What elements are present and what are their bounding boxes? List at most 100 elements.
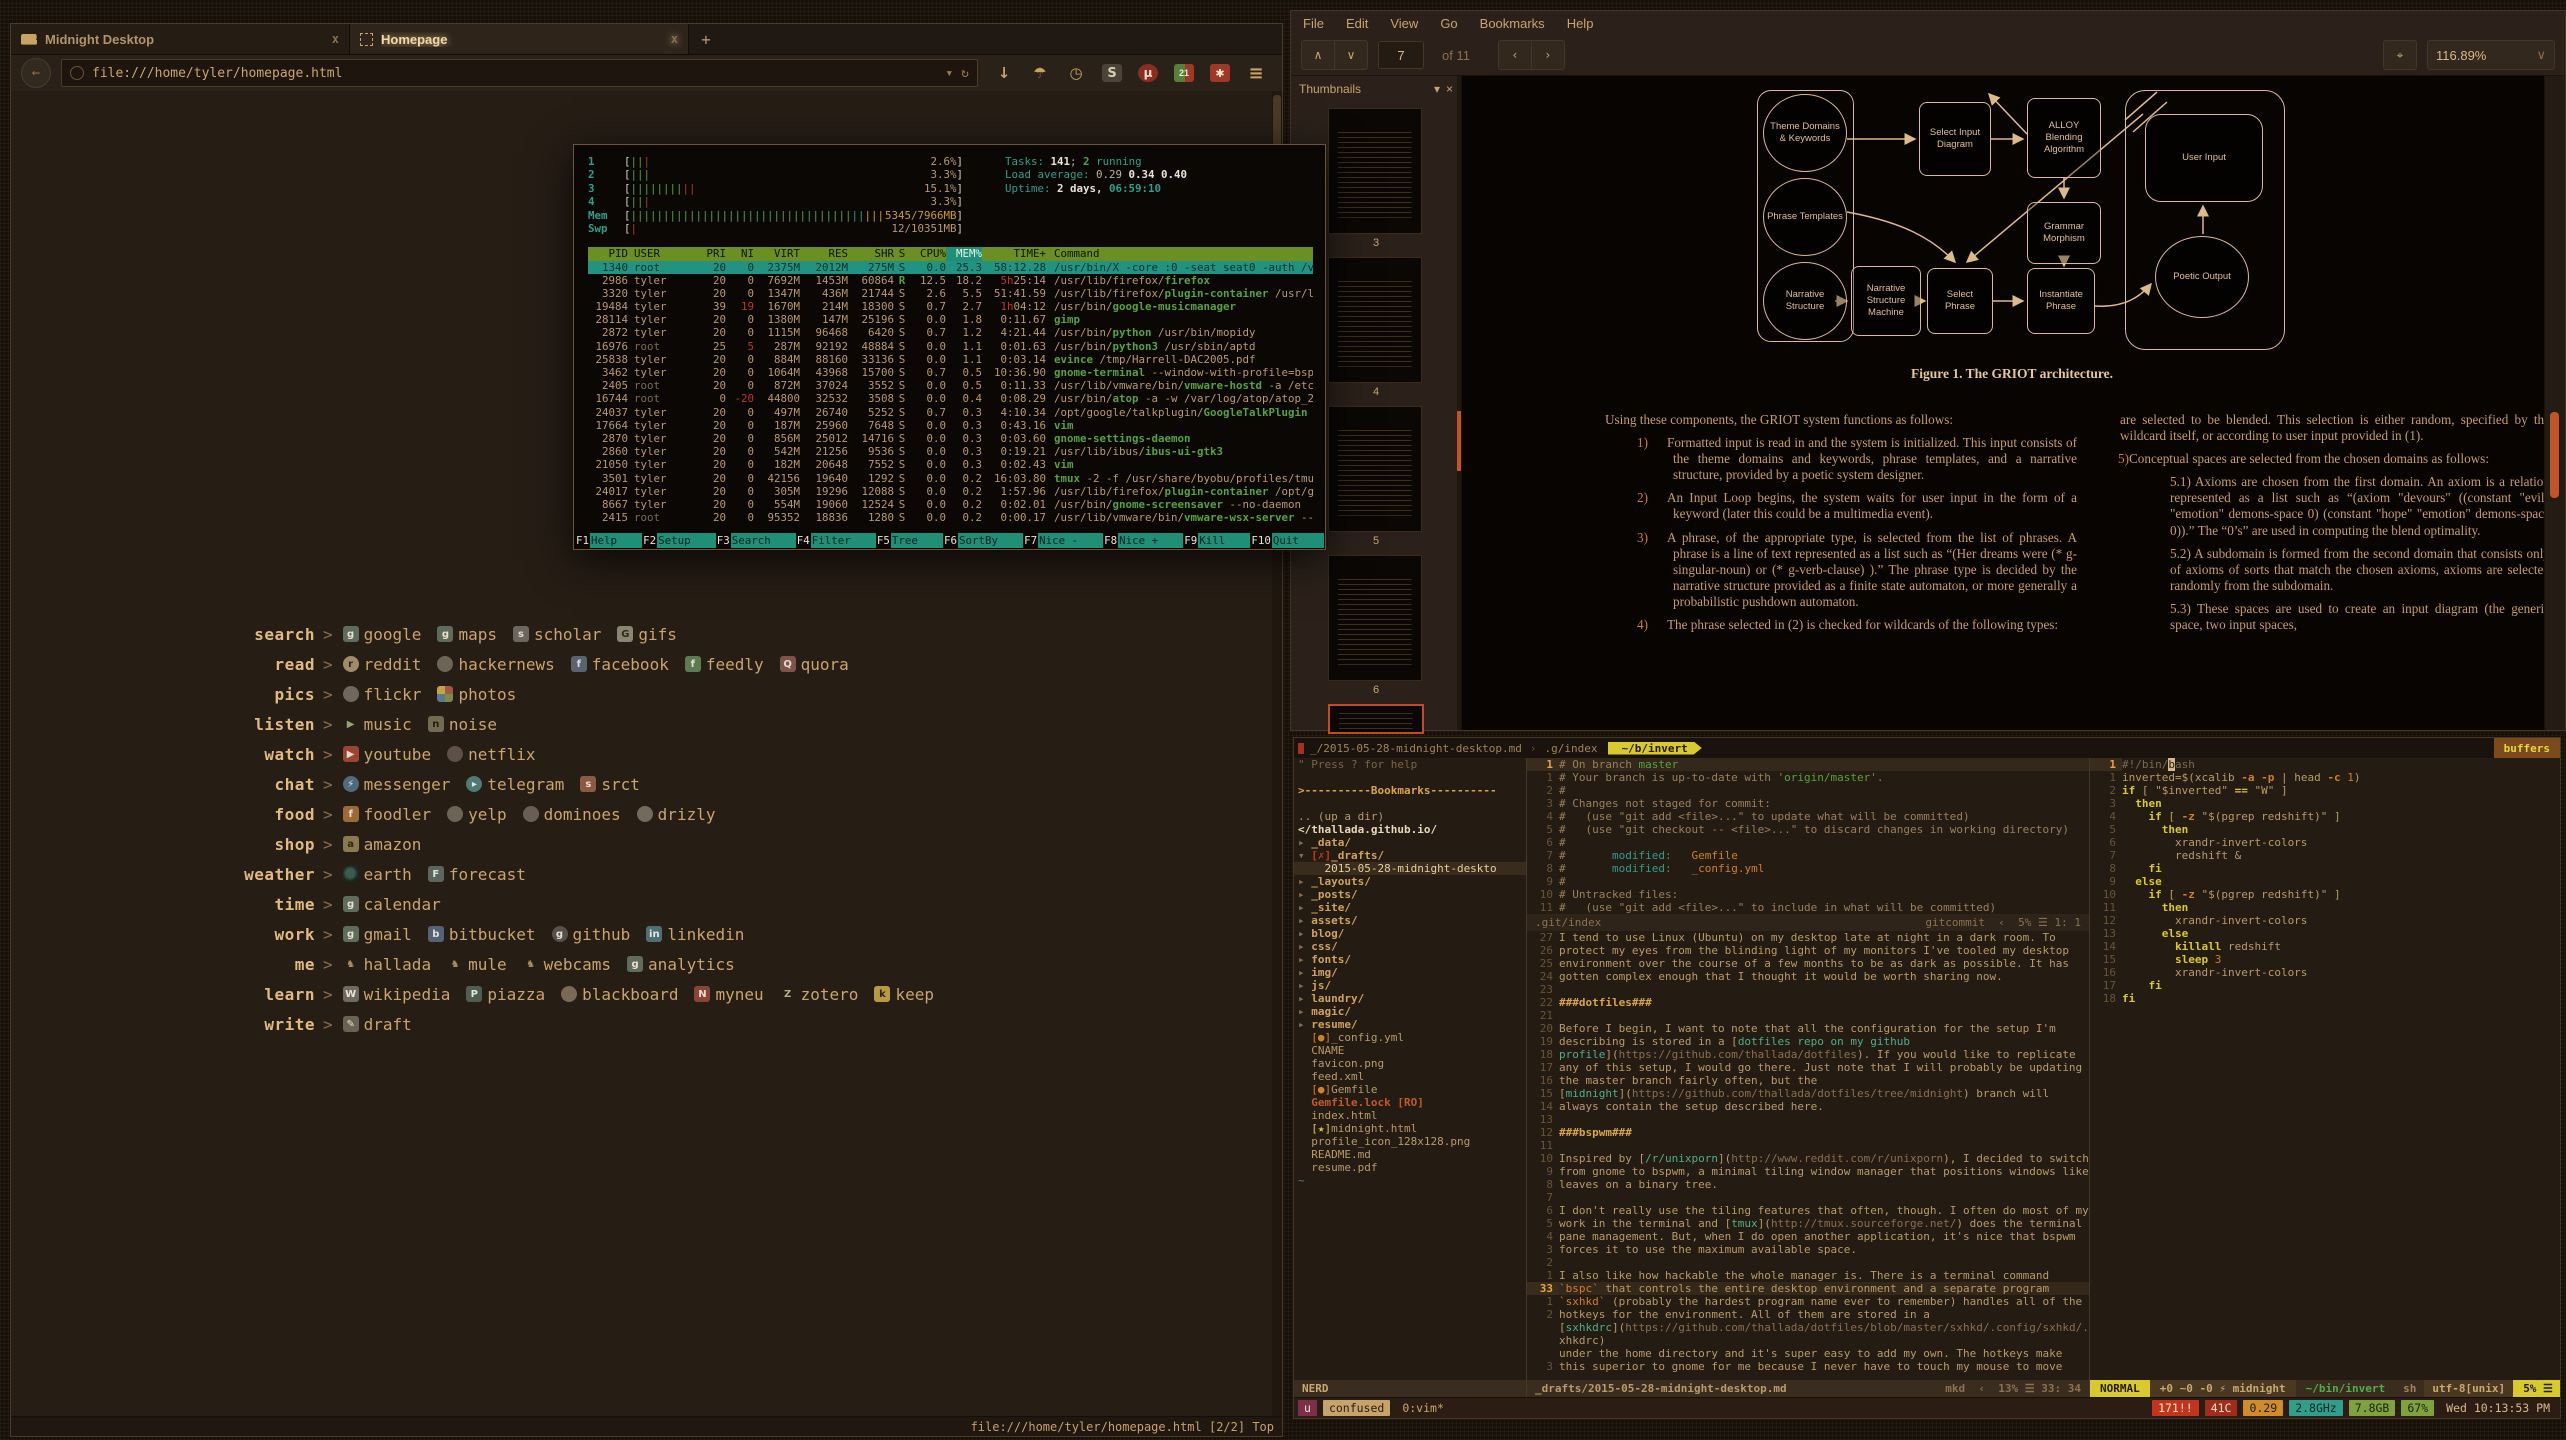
process-row[interactable]: 8667tyler200554M1906012524S0.00.20:02.01… <box>588 498 1313 511</box>
homepage-link-drizly[interactable]: drizly <box>637 805 716 824</box>
menu-icon[interactable]: ≡ <box>1246 63 1266 83</box>
homepage-link-flickr[interactable]: flickr <box>343 685 422 704</box>
process-row[interactable]: 1340root2002375M2012M275MS0.025.358:12.2… <box>588 261 1313 274</box>
homepage-link-gmail[interactable]: ggmail <box>343 925 412 944</box>
thumbnail-current-page[interactable] <box>1328 704 1424 734</box>
sidebar-title[interactable]: Thumbnails <box>1299 82 1428 96</box>
process-row[interactable]: 3462tyler2001064M4396815700S0.70.510:36.… <box>588 366 1313 379</box>
pdf-scrollbar[interactable] <box>2544 76 2565 730</box>
homepage-link-google[interactable]: ggoogle <box>343 625 422 644</box>
url-field[interactable]: file:///home/tyler/homepage.html ▾ ↻ <box>61 59 978 87</box>
homepage-link-amazon[interactable]: aamazon <box>343 835 422 854</box>
sidebar-close-icon[interactable]: × <box>1446 82 1453 96</box>
process-row[interactable]: 2415root20095352188361280S0.00.20:00.17/… <box>588 511 1313 524</box>
zoom-fit-button[interactable]: ⌖ <box>2383 40 2417 70</box>
homepage-link-hackernews[interactable]: hackernews <box>437 655 554 674</box>
back-button[interactable]: ← <box>21 58 51 88</box>
homepage-link-srct[interactable]: ssrct <box>580 775 640 794</box>
homepage-link-webcams[interactable]: ♞webcams <box>523 955 611 974</box>
tab-close-icon[interactable]: x <box>671 32 678 46</box>
reload-icon[interactable]: ↻ <box>961 66 969 81</box>
process-row[interactable]: 16744root0-2044800325323508S0.00.40:08.2… <box>588 392 1313 405</box>
process-row[interactable]: 19484tyler39191670M214M18300S0.72.71h04:… <box>588 300 1313 313</box>
tree-item[interactable]: resume.pdf <box>1294 1161 1526 1174</box>
process-row[interactable]: 28114tyler2001380M147M25196S0.01.80:11.6… <box>588 313 1313 326</box>
homepage-link-music[interactable]: ▶music <box>343 715 412 734</box>
homepage-link-hallada[interactable]: ♞hallada <box>343 955 431 974</box>
new-tab-button[interactable]: + <box>689 24 723 54</box>
homepage-link-maps[interactable]: gmaps <box>437 625 497 644</box>
menu-edit[interactable]: Edit <box>1346 16 1368 31</box>
page-up-button[interactable]: ∧ <box>1301 40 1335 70</box>
fkey-F4[interactable]: F4Filter <box>796 533 876 548</box>
tab-markdown[interactable]: _/2015-05-28-midnight-desktop.md <box>1310 742 1522 755</box>
menu-bookmarks[interactable]: Bookmarks <box>1480 16 1545 31</box>
process-row[interactable]: 2870tyler200856M2501214716S0.00.30:03.60… <box>588 432 1313 445</box>
homepage-link-myneu[interactable]: Nmyneu <box>694 985 763 1004</box>
thumbnail-page-3[interactable]: 3 <box>1328 108 1424 251</box>
tree-item[interactable]: 2015-05-28-midnight-deskto <box>1294 862 1526 875</box>
homepage-link-analytics[interactable]: ganalytics <box>627 955 735 974</box>
process-row[interactable]: 24037tyler200497M267405252S0.70.34:10.34… <box>588 406 1313 419</box>
homepage-link-linkedin[interactable]: inlinkedin <box>646 925 744 944</box>
page-number-input[interactable]: 7 <box>1378 41 1424 69</box>
fkey-F7[interactable]: F7Nice - <box>1023 533 1103 548</box>
browser-tab[interactable]: Homepagex <box>350 24 689 54</box>
tree-item[interactable]: ▸ magic/ <box>1294 1005 1526 1018</box>
homepage-link-dominoes[interactable]: dominoes <box>523 805 621 824</box>
zoom-level-dropdown[interactable]: 116.89% ∨ <box>2427 40 2555 70</box>
tree-item[interactable]: ▸ resume/ <box>1294 1018 1526 1031</box>
process-row[interactable]: 17664tyler200187M259607648S0.00.30:43.16… <box>588 419 1313 432</box>
homepage-link-reddit[interactable]: rreddit <box>343 655 422 674</box>
fkey-F1[interactable]: F1Help <box>575 533 642 548</box>
counter-badge-icon[interactable]: 21 <box>1174 64 1194 82</box>
tree-item[interactable]: ▸ blog/ <box>1294 927 1526 940</box>
homepage-link-mule[interactable]: ♞mule <box>447 955 507 974</box>
process-row[interactable]: 2986tyler2007692M1453M60864R12.518.25h25… <box>588 274 1313 287</box>
homepage-link-zotero[interactable]: Zzotero <box>780 985 859 1004</box>
homepage-link-messenger[interactable]: ⚡messenger <box>343 775 451 794</box>
tree-item[interactable]: ▸ _data/ <box>1294 836 1526 849</box>
homepage-link-forecast[interactable]: Fforecast <box>428 865 526 884</box>
process-row[interactable]: 25838tyler200884M8816033136S0.01.10:03.1… <box>588 353 1313 366</box>
history-back-button[interactable]: ‹ <box>1498 40 1532 70</box>
homepage-link-noise[interactable]: nnoise <box>428 715 497 734</box>
homepage-link-telegram[interactable]: ▸telegram <box>466 775 564 794</box>
thumbnail-page-4[interactable]: 4 <box>1328 257 1424 400</box>
process-row[interactable]: 16976root255287M9219248884S0.01.10:01.63… <box>588 340 1313 353</box>
homepage-link-draft[interactable]: ✎draft <box>343 1015 412 1034</box>
process-row[interactable]: 24017tyler200305M1929612088S0.00.21:57.9… <box>588 485 1313 498</box>
tree-item[interactable]: feed.xml <box>1294 1070 1526 1083</box>
tree-item[interactable]: ▸ js/ <box>1294 979 1526 992</box>
tab-invert-active[interactable]: ~/b/invert <box>1608 742 1702 755</box>
tree-item[interactable]: ▾ [✗]_drafts/ <box>1294 849 1526 862</box>
tree-item[interactable]: profile_icon_128x128.png <box>1294 1135 1526 1148</box>
clock-icon[interactable]: ◷ <box>1066 63 1086 83</box>
sidebar-caret-icon[interactable]: ▾ <box>1434 82 1440 96</box>
menu-help[interactable]: Help <box>1567 16 1594 31</box>
tree-item[interactable]: Gemfile.lock [RO] <box>1294 1096 1526 1109</box>
fkey-F2[interactable]: F2Setup <box>642 533 716 548</box>
fkey-F5[interactable]: F5Tree <box>876 533 943 548</box>
fkey-F3[interactable]: F3Search <box>716 533 796 548</box>
sidebar-scrollbar[interactable] <box>1457 76 1461 730</box>
process-row[interactable]: 2860tyler200542M212569536S0.00.30:19.21/… <box>588 445 1313 458</box>
process-row[interactable]: 2872tyler2001115M964686420S0.71.24:21.44… <box>588 326 1313 339</box>
tree-item[interactable]: favicon.png <box>1294 1057 1526 1070</box>
homepage-link-foodler[interactable]: ffoodler <box>343 805 431 824</box>
homepage-link-calendar[interactable]: gcalendar <box>343 895 441 914</box>
process-row[interactable]: 3501tyler20042156196401292S0.00.216:03.8… <box>588 472 1313 485</box>
tree-item[interactable]: ▸ css/ <box>1294 940 1526 953</box>
s-extension-icon[interactable]: S <box>1102 64 1122 82</box>
fkey-F9[interactable]: F9Kill <box>1183 533 1250 548</box>
asterisk-icon[interactable]: ✱ <box>1210 64 1230 82</box>
homepage-link-keep[interactable]: kkeep <box>874 985 934 1004</box>
fkey-F10[interactable]: F10Quit <box>1250 533 1324 548</box>
process-row[interactable]: 3320tyler2001347M436M21744S2.65.551:41.5… <box>588 287 1313 300</box>
menu-file[interactable]: File <box>1303 16 1324 31</box>
tree-item[interactable]: ▸ _site/ <box>1294 901 1526 914</box>
process-row[interactable]: 21050tyler200182M206487552S0.00.30:02.43… <box>588 458 1313 471</box>
tree-item[interactable]: [●]Gemfile <box>1294 1083 1526 1096</box>
tree-item[interactable]: README.md <box>1294 1148 1526 1161</box>
tree-item[interactable]: index.html <box>1294 1109 1526 1122</box>
